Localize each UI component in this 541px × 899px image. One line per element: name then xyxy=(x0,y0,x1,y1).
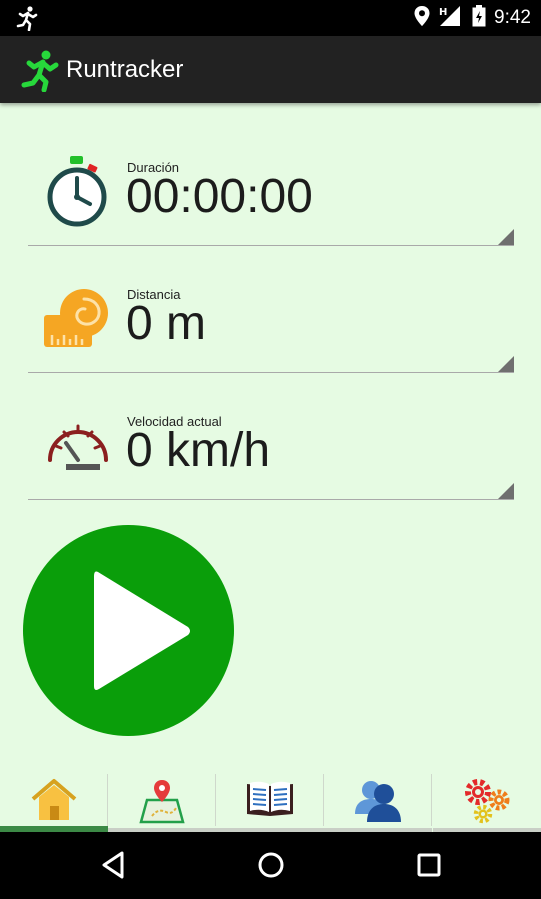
tab-home[interactable] xyxy=(0,770,108,832)
dropdown-indicator-icon xyxy=(498,229,514,245)
tab-users[interactable] xyxy=(324,770,432,832)
runner-icon xyxy=(16,48,60,97)
runner-icon xyxy=(14,5,40,36)
duration-value: 00:00:00 xyxy=(126,170,313,223)
back-icon[interactable] xyxy=(100,850,126,885)
distance-metric[interactable]: Distancia 0 m xyxy=(0,275,541,402)
signal-icon: H xyxy=(438,5,464,32)
home-circle-icon[interactable] xyxy=(257,850,285,885)
tab-map[interactable] xyxy=(108,770,216,832)
map-icon xyxy=(139,780,185,824)
speed-metric[interactable]: Velocidad actual 0 km/h xyxy=(0,402,541,529)
divider xyxy=(28,245,514,246)
divider xyxy=(28,372,514,373)
svg-text:H: H xyxy=(439,7,447,18)
status-time: 9:42 xyxy=(494,7,531,28)
status-bar: H 9:42 xyxy=(0,0,541,36)
tape-measure-icon xyxy=(42,289,112,356)
location-icon xyxy=(414,5,430,31)
app-title: Runtracker xyxy=(66,56,184,83)
divider xyxy=(28,499,514,500)
app-bar: Runtracker xyxy=(0,36,541,103)
users-icon xyxy=(355,781,401,822)
distance-value: 0 m xyxy=(126,297,207,350)
play-icon xyxy=(92,568,194,699)
speedometer-icon xyxy=(42,416,114,481)
system-nav-bar xyxy=(0,832,541,899)
stopwatch-icon xyxy=(42,154,114,233)
recents-icon[interactable] xyxy=(416,850,442,885)
dropdown-indicator-icon xyxy=(498,356,514,372)
start-button[interactable] xyxy=(23,525,234,736)
home-icon xyxy=(31,779,77,820)
duration-metric[interactable]: Duración 00:00:00 xyxy=(0,148,541,275)
dropdown-indicator-icon xyxy=(498,483,514,499)
speed-value: 0 km/h xyxy=(126,424,271,477)
battery-icon xyxy=(472,4,486,32)
tab-book[interactable] xyxy=(216,770,324,832)
bottom-tab-bar xyxy=(0,770,541,832)
gears-icon xyxy=(465,779,510,824)
status-icons: H 9:42 xyxy=(414,0,531,36)
book-icon xyxy=(247,781,293,816)
tab-settings[interactable] xyxy=(433,770,541,832)
tab-separator xyxy=(431,774,432,826)
